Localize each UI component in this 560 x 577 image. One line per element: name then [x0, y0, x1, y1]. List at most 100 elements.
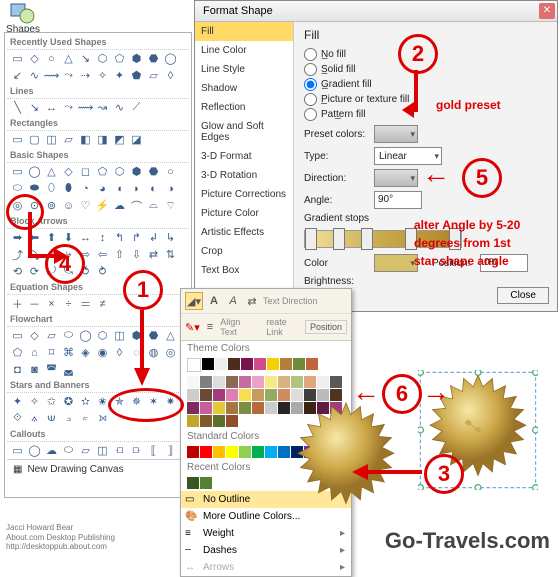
shape-item[interactable]: ▢: [26, 132, 43, 147]
shape-item[interactable]: ◯: [162, 51, 179, 66]
shape-item[interactable]: ↝: [94, 100, 111, 115]
close-button[interactable]: Close: [497, 287, 549, 304]
swatch[interactable]: [187, 389, 199, 401]
shape-item[interactable]: ✩: [43, 394, 60, 409]
swatch[interactable]: [200, 389, 212, 401]
align-icon[interactable]: ≡: [203, 319, 217, 335]
aligntext-label[interactable]: Align Text: [220, 317, 255, 337]
shape-item[interactable]: ◎: [162, 345, 179, 360]
shape-item[interactable]: ◖: [111, 181, 128, 196]
nav-linecolor[interactable]: Line Color: [195, 41, 293, 60]
shape-item[interactable]: ▭: [9, 132, 26, 147]
shape-item[interactable]: ⌔: [162, 198, 179, 213]
shape-item[interactable]: ◙: [26, 362, 43, 377]
nav-piccolor[interactable]: Picture Color: [195, 204, 293, 223]
shape-item[interactable]: ⌓: [145, 198, 162, 213]
gradient-stop[interactable]: [305, 228, 317, 250]
shape-item[interactable]: ⇦: [94, 247, 111, 262]
shape-item[interactable]: ⬣: [145, 164, 162, 179]
swatch[interactable]: [304, 376, 316, 388]
shape-item[interactable]: ⥁: [94, 264, 111, 279]
shape-item[interactable]: ⬠: [111, 51, 128, 66]
shape-item[interactable]: ⟒: [43, 411, 60, 426]
shape-item[interactable]: ✪: [60, 394, 77, 409]
swatch[interactable]: [280, 358, 292, 370]
shape-item[interactable]: ⟿: [43, 68, 60, 83]
swatch[interactable]: [187, 358, 201, 372]
shape-item[interactable]: ✦: [9, 394, 26, 409]
shape-item[interactable]: ☁: [43, 443, 60, 458]
position-button[interactable]: Position: [305, 320, 347, 334]
swatch[interactable]: [226, 402, 238, 414]
swatch[interactable]: [226, 446, 238, 458]
shape-item[interactable]: ⟤: [111, 443, 128, 458]
nav-fill[interactable]: Fill: [195, 22, 293, 41]
color-dropdown[interactable]: [374, 254, 418, 272]
nav-artistic[interactable]: Artistic Effects: [195, 223, 293, 242]
shape-item[interactable]: ◨: [94, 132, 111, 147]
shape-item[interactable]: ⤳: [60, 68, 77, 83]
swatch[interactable]: [241, 358, 253, 370]
shape-item[interactable]: ⟐: [9, 411, 26, 426]
shape-item[interactable]: ◯: [26, 443, 43, 458]
nav-shadow[interactable]: Shadow: [195, 79, 293, 98]
swatch[interactable]: [306, 358, 318, 370]
shape-item[interactable]: ▭: [9, 51, 26, 66]
dashes-item[interactable]: ┄Dashes▸: [181, 542, 351, 559]
shape-item[interactable]: ✫: [77, 394, 94, 409]
shape-item[interactable]: ◔: [77, 181, 94, 196]
swatch[interactable]: [226, 415, 238, 427]
shape-item[interactable]: ◪: [128, 132, 145, 147]
gradient-stop[interactable]: [333, 228, 345, 250]
close-icon[interactable]: ✕: [539, 3, 555, 19]
shape-item[interactable]: ⬢: [128, 51, 145, 66]
shape-item[interactable]: ⬠: [9, 345, 26, 360]
textdir-label[interactable]: Text Direction: [263, 296, 318, 306]
swatch[interactable]: [252, 446, 264, 458]
swatch[interactable]: [213, 402, 225, 414]
shape-item[interactable]: ⬢: [128, 164, 145, 179]
shape-item[interactable]: ○: [162, 164, 179, 179]
shape-item[interactable]: ↱: [128, 230, 145, 245]
italic-icon[interactable]: A: [225, 293, 241, 309]
shape-item[interactable]: ✧: [26, 394, 43, 409]
nav-piccorr[interactable]: Picture Corrections: [195, 185, 293, 204]
shape-item[interactable]: ⬡: [111, 164, 128, 179]
shape-item[interactable]: ⟕: [94, 411, 111, 426]
shape-item[interactable]: ⟦: [145, 443, 162, 458]
swatch[interactable]: [267, 358, 279, 370]
shape-item[interactable]: ▱: [43, 328, 60, 343]
shape-item[interactable]: ◇: [60, 164, 77, 179]
shape-item[interactable]: ◫: [111, 328, 128, 343]
swatch[interactable]: [265, 402, 277, 414]
shape-item[interactable]: ✦: [111, 68, 128, 83]
shape-item[interactable]: ↙: [9, 68, 26, 83]
shape-item[interactable]: ⬭: [60, 328, 77, 343]
shape-item[interactable]: ↕: [94, 230, 111, 245]
shape-item[interactable]: ⟓: [60, 411, 77, 426]
shape-item[interactable]: ⟿: [77, 100, 94, 115]
shape-item[interactable]: △: [162, 328, 179, 343]
shape-item[interactable]: ⌂: [26, 345, 43, 360]
shape-item[interactable]: ◊: [111, 345, 128, 360]
radio-input[interactable]: [304, 93, 317, 106]
outline-color-icon[interactable]: ✎▾: [185, 319, 200, 335]
shape-item[interactable]: ↰: [111, 230, 128, 245]
shape-item[interactable]: ⬣: [145, 51, 162, 66]
swatch[interactable]: [265, 446, 277, 458]
shape-item[interactable]: ○: [43, 51, 60, 66]
swatch[interactable]: [239, 376, 251, 388]
shape-item[interactable]: ◉: [94, 345, 111, 360]
swatch[interactable]: [200, 376, 212, 388]
shape-item[interactable]: ▭: [9, 443, 26, 458]
swatch[interactable]: [239, 446, 251, 458]
swatch[interactable]: [213, 446, 225, 458]
direction-dropdown[interactable]: [374, 169, 418, 187]
shape-item[interactable]: ⌘: [60, 345, 77, 360]
shape-item[interactable]: ▭: [9, 164, 26, 179]
shape-item[interactable]: ◗: [128, 181, 145, 196]
swatch[interactable]: [265, 389, 277, 401]
radio-input[interactable]: [304, 78, 317, 91]
shape-item[interactable]: ◯: [26, 164, 43, 179]
new-canvas-item[interactable]: ▦New Drawing Canvas: [7, 459, 189, 479]
